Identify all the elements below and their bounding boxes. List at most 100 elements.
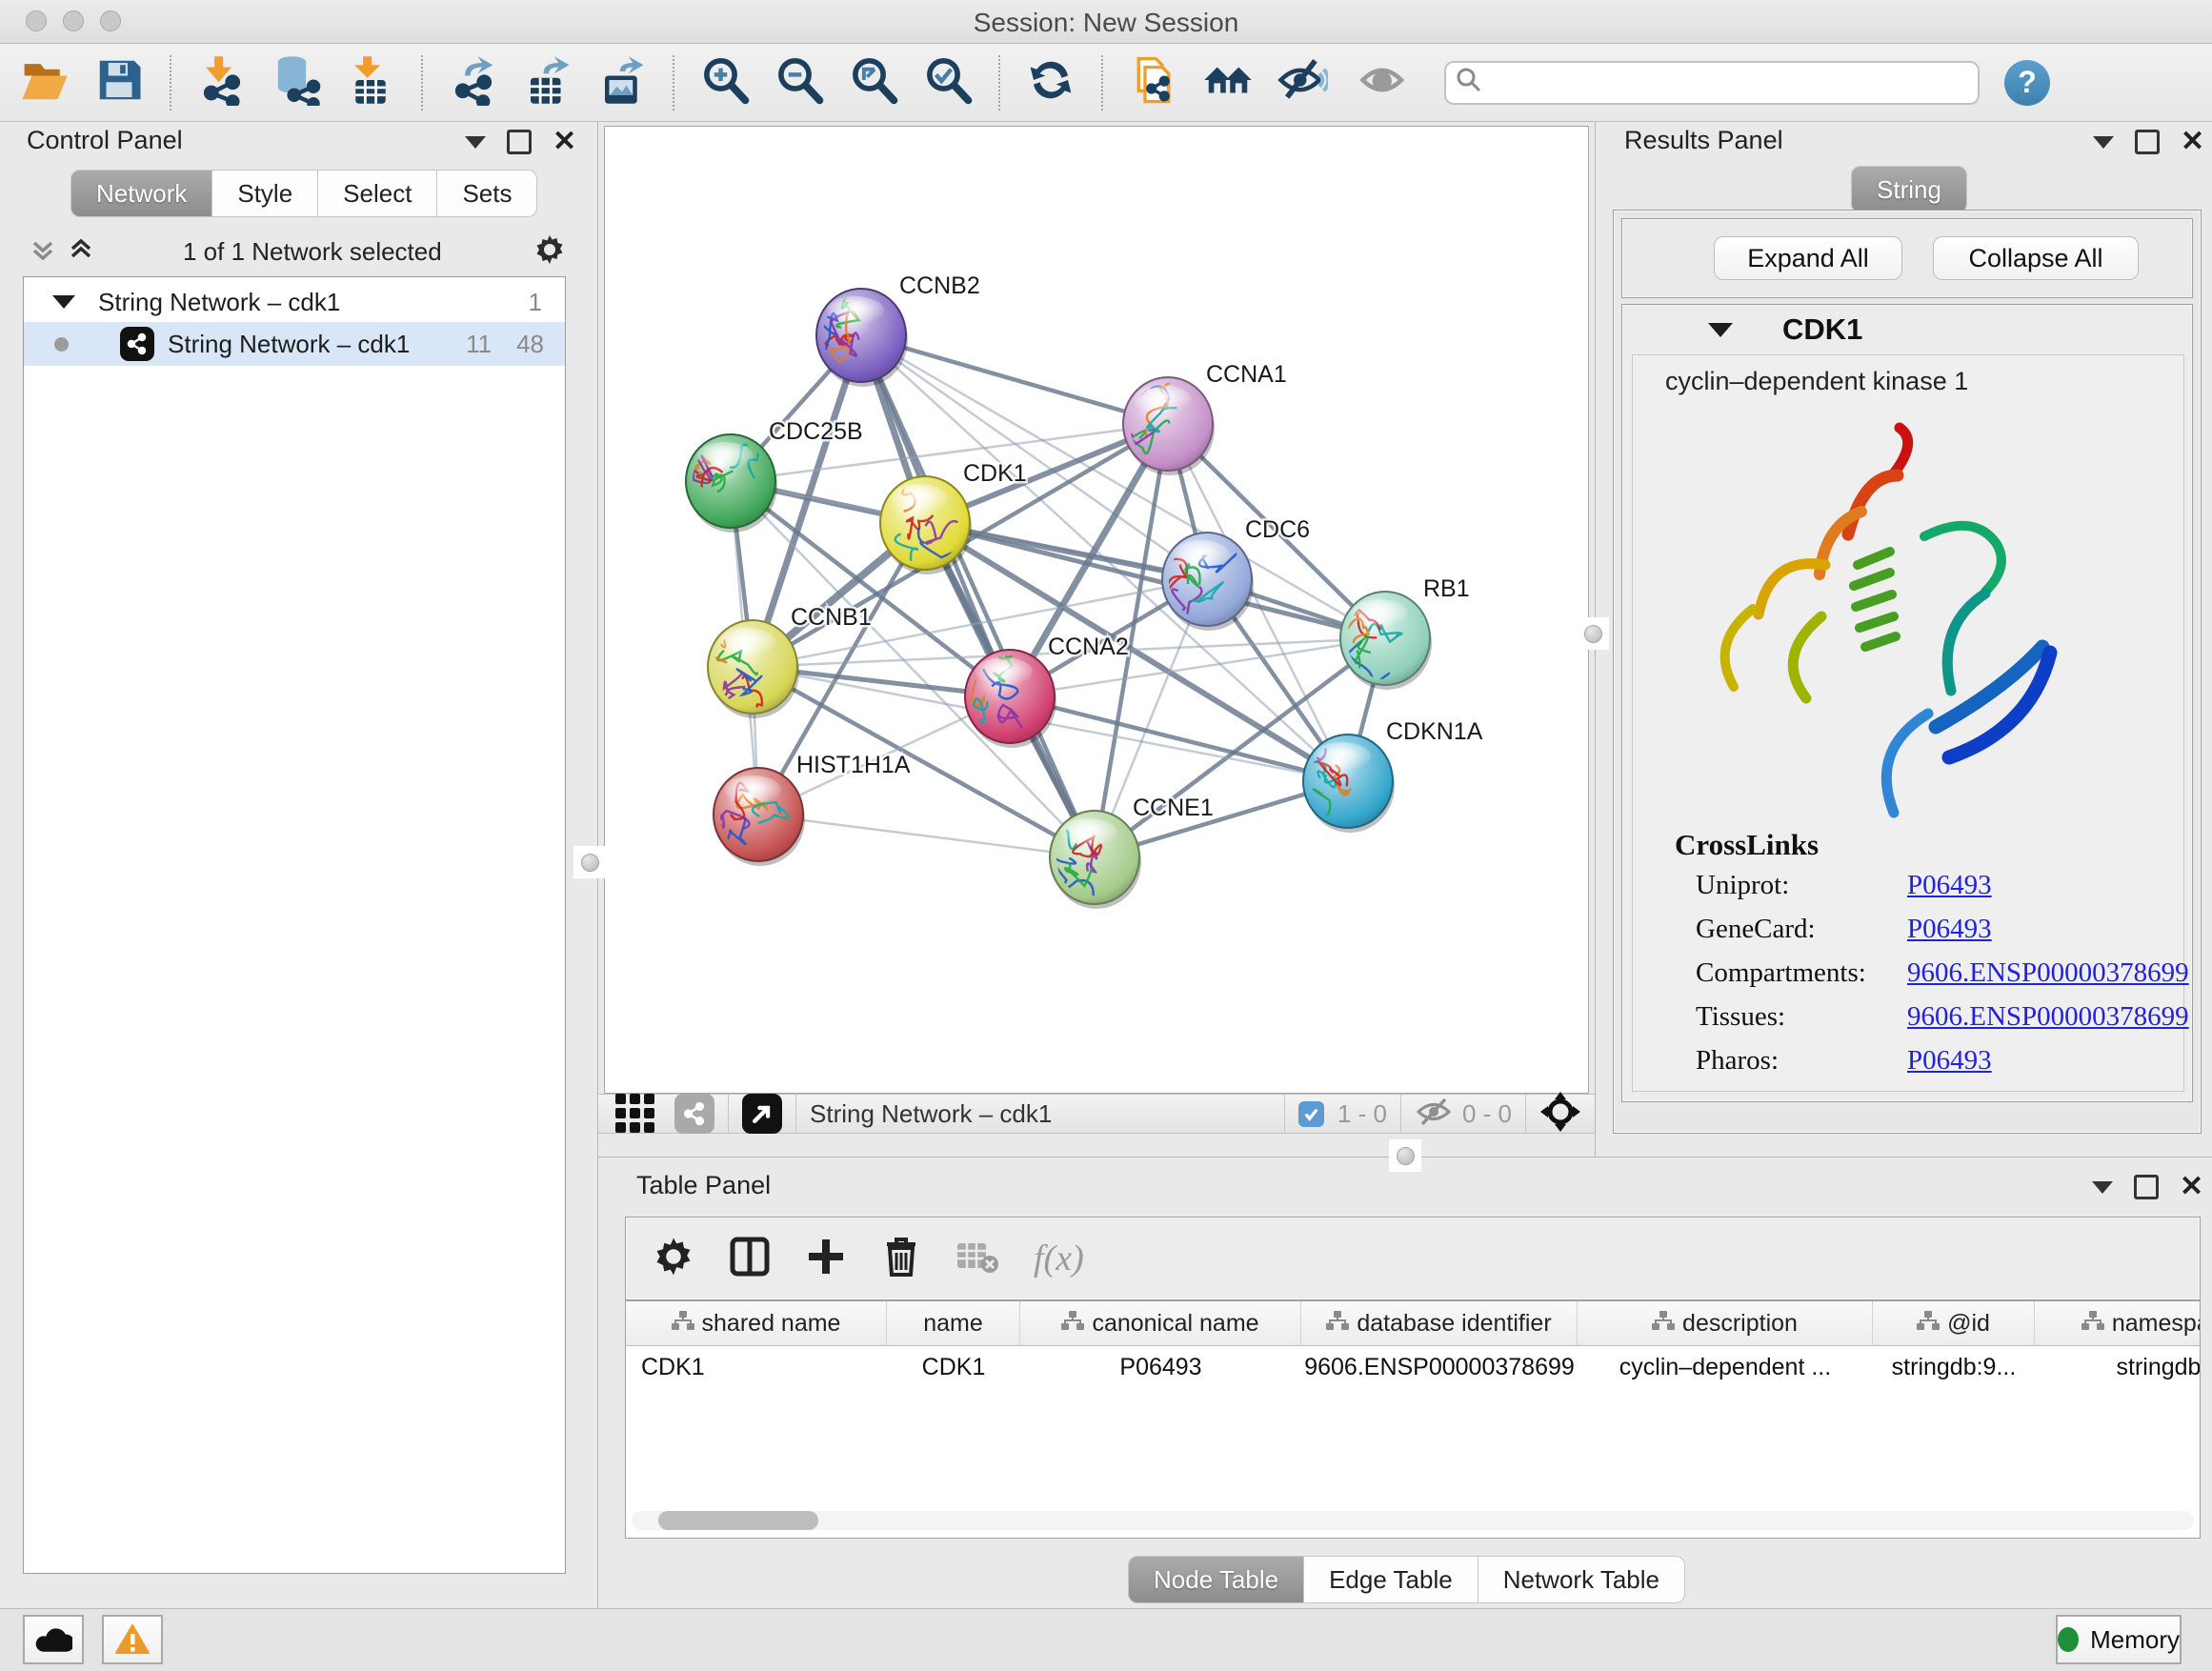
show-graphics-button[interactable]: [1347, 51, 1421, 114]
import-table-button[interactable]: [333, 51, 408, 114]
node-RB1[interactable]: RB1: [1340, 575, 1470, 690]
collapse-all-networks-icon[interactable]: [67, 235, 95, 269]
expand-all-networks-icon[interactable]: [29, 235, 57, 269]
right-splitter-handle[interactable]: [1577, 617, 1609, 650]
column-header-description[interactable]: description: [1578, 1301, 1873, 1345]
table-row[interactable]: CDK1CDK1P064939606.ENSP00000378699cyclin…: [626, 1346, 2200, 1388]
network-row-selected[interactable]: String Network – cdk1 11 48: [24, 322, 565, 366]
node-label-CDC25B: CDC25B: [769, 418, 863, 445]
float-panel-icon[interactable]: [2134, 1175, 2159, 1199]
node-CCNA1[interactable]: CCNA1: [1097, 361, 1287, 475]
tab-string[interactable]: String: [1851, 166, 1967, 213]
export-network-button[interactable]: [436, 51, 511, 114]
column-header-namespace[interactable]: namespace: [2035, 1301, 2201, 1345]
cell: cyclin–dependent ...: [1578, 1346, 1873, 1388]
left-splitter-handle[interactable]: [573, 846, 606, 878]
collapse-panel-icon[interactable]: [2093, 136, 2114, 149]
selected-count: 1 - 0: [1337, 1099, 1387, 1129]
edge-CCNB2-CCNE1[interactable]: [861, 335, 1095, 857]
crosslink-link[interactable]: 9606.ENSP00000378699: [1907, 1001, 2189, 1033]
crosslink-link[interactable]: P06493: [1907, 1045, 1992, 1077]
column-header-name[interactable]: name: [887, 1301, 1020, 1345]
refresh-view-button[interactable]: [1014, 51, 1088, 114]
tab-node-table[interactable]: Node Table: [1128, 1556, 1304, 1603]
show-columns-icon[interactable]: [729, 1236, 771, 1282]
export-table-button[interactable]: [511, 51, 585, 114]
table-panel-title: Table Panel: [636, 1171, 771, 1200]
import-database-button[interactable]: [259, 51, 333, 114]
control-panel-title: Control Panel: [27, 126, 183, 155]
crosslink-link[interactable]: P06493: [1907, 870, 1992, 901]
scrollbar-thumb[interactable]: [658, 1511, 818, 1530]
collapse-panel-icon[interactable]: [465, 136, 486, 149]
zoom-out-button[interactable]: [762, 51, 836, 114]
close-panel-icon[interactable]: ✕: [553, 132, 576, 151]
fit-selected-crosshair-icon[interactable]: [1539, 1091, 1581, 1137]
hide-graphics-button[interactable]: [1265, 51, 1339, 114]
create-column-icon[interactable]: [805, 1236, 847, 1282]
tab-network-table[interactable]: Network Table: [1478, 1556, 1685, 1603]
column-label: database identifier: [1357, 1310, 1551, 1338]
node-table[interactable]: shared namenamecanonical name database id…: [625, 1300, 2201, 1539]
section-expander-icon[interactable]: [1708, 323, 1733, 337]
open-file-button[interactable]: [8, 51, 82, 114]
float-panel-icon[interactable]: [2135, 130, 2160, 154]
export-image-button[interactable]: [585, 51, 659, 114]
column-header--id[interactable]: @id: [1873, 1301, 2035, 1345]
node-HIST1H1A[interactable]: HIST1H1A: [706, 752, 911, 866]
string-settings-icon[interactable]: [674, 1094, 714, 1134]
warnings-button[interactable]: [102, 1615, 163, 1664]
gene-section-header[interactable]: CDK1: [1622, 307, 2194, 352]
close-panel-icon[interactable]: ✕: [2181, 132, 2204, 151]
network-canvas[interactable]: CCNB2CCNA1CDC25BCDK1CDC6RB1CCNB1CCNA2CDK…: [604, 126, 1589, 1094]
collapse-panel-icon[interactable]: [2092, 1181, 2113, 1194]
network-options-gear-icon[interactable]: [533, 233, 566, 271]
column-header-shared-name[interactable]: shared name: [626, 1301, 887, 1345]
node-CCNB1[interactable]: CCNB1: [705, 604, 872, 730]
tab-style[interactable]: Style: [212, 170, 318, 217]
help-button[interactable]: ?: [2004, 60, 2050, 106]
open-in-browser-icon[interactable]: [742, 1094, 782, 1134]
node-CDKN1A[interactable]: CDKN1A: [1303, 718, 1483, 833]
close-panel-icon[interactable]: ✕: [2180, 1178, 2203, 1197]
zoom-in-button[interactable]: [688, 51, 762, 114]
tree-expander-icon[interactable]: [52, 295, 75, 309]
cloud-status-button[interactable]: [23, 1615, 84, 1664]
crosslink-link[interactable]: 9606.ENSP00000378699: [1907, 957, 2189, 989]
column-header-canonical-name[interactable]: canonical name: [1020, 1301, 1301, 1345]
import-network-button[interactable]: [185, 51, 259, 114]
save-session-button[interactable]: [82, 51, 156, 114]
memory-button[interactable]: Memory: [2056, 1615, 2182, 1664]
float-panel-icon[interactable]: [507, 130, 532, 154]
collapse-all-button[interactable]: Collapse All: [1933, 236, 2139, 280]
main-toolbar: ?: [0, 44, 2212, 122]
crosslink-link[interactable]: P06493: [1907, 914, 1992, 945]
search-input[interactable]: [1444, 61, 1980, 105]
houses-button[interactable]: [1191, 51, 1265, 114]
expand-all-button[interactable]: Expand All: [1714, 236, 1902, 280]
clone-network-button[interactable]: [1116, 51, 1191, 114]
results-content: Expand All Collapse All CDK1 cyclin–depe…: [1613, 210, 2202, 1134]
horizontal-scrollbar[interactable]: [632, 1511, 2194, 1530]
selected-nodes-checkbox[interactable]: [1298, 1101, 1324, 1127]
birdseye-view-icon[interactable]: [613, 1090, 657, 1138]
network-collection-row[interactable]: String Network – cdk1 1: [24, 282, 565, 322]
table-panel: Table Panel ✕ f(x) shared namenamecanoni…: [598, 1157, 2212, 1608]
zoom-fit-button[interactable]: [836, 51, 911, 114]
tab-select[interactable]: Select: [318, 170, 437, 217]
table-options-gear-icon[interactable]: [653, 1236, 694, 1282]
column-header-database-identifier[interactable]: database identifier: [1301, 1301, 1578, 1345]
horizontal-splitter-handle[interactable]: [1389, 1139, 1421, 1172]
tab-edge-table[interactable]: Edge Table: [1304, 1556, 1478, 1603]
hidden-elements-icon[interactable]: [1415, 1096, 1453, 1133]
edge-HIST1H1A-CCNE1[interactable]: [758, 815, 1095, 857]
zoom-selected-button[interactable]: [911, 51, 985, 114]
node-CCNB2[interactable]: CCNB2: [815, 272, 980, 387]
edge-CCNB2-CCNA1[interactable]: [861, 335, 1168, 424]
node-CCNE1[interactable]: CCNE1: [1038, 795, 1214, 909]
tab-sets[interactable]: Sets: [437, 170, 537, 217]
delete-column-icon[interactable]: [881, 1235, 921, 1283]
gene-description: cyclin–dependent kinase 1: [1665, 367, 1968, 396]
tab-network[interactable]: Network: [70, 170, 212, 217]
show-graphics-dimmed-icon: [1358, 54, 1410, 111]
